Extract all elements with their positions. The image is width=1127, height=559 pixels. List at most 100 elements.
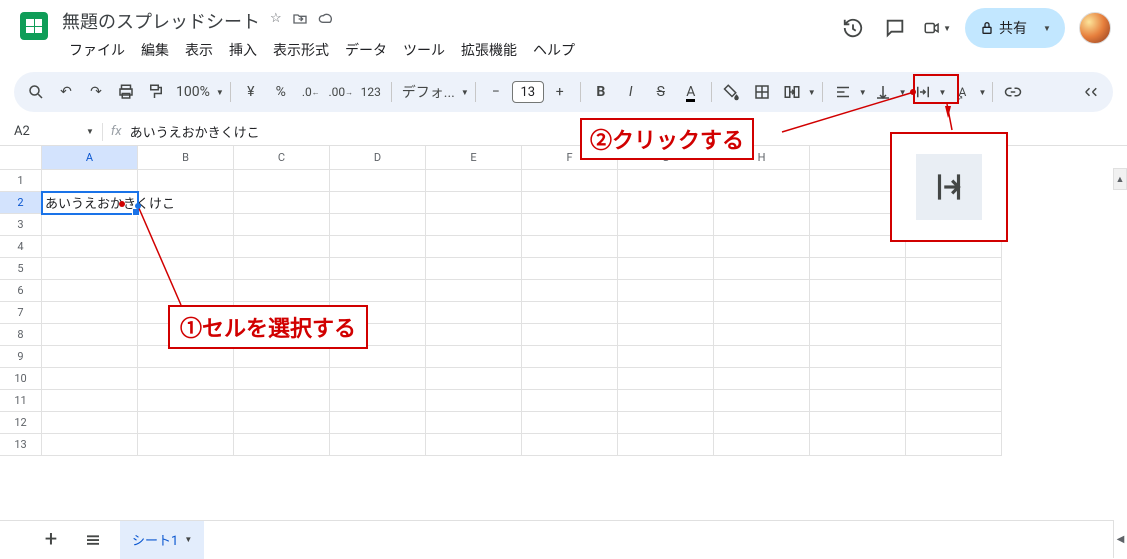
cell[interactable] <box>618 390 714 412</box>
borders-button[interactable] <box>748 78 776 106</box>
cell[interactable] <box>42 236 138 258</box>
cell[interactable] <box>714 434 810 456</box>
cell[interactable] <box>234 412 330 434</box>
cell[interactable] <box>714 412 810 434</box>
cell[interactable] <box>714 302 810 324</box>
cell[interactable] <box>906 258 1002 280</box>
row-header-2[interactable]: 2 <box>0 192 42 214</box>
menu-view[interactable]: 表示 <box>178 36 220 64</box>
account-avatar[interactable] <box>1079 12 1111 44</box>
cell[interactable] <box>618 324 714 346</box>
cell[interactable] <box>714 170 810 192</box>
cell[interactable] <box>330 192 426 214</box>
comments-icon[interactable] <box>881 14 909 42</box>
cell[interactable] <box>42 280 138 302</box>
cell[interactable] <box>714 258 810 280</box>
menu-data[interactable]: データ <box>338 36 394 64</box>
menu-insert[interactable]: 挿入 <box>222 36 264 64</box>
cell[interactable] <box>330 258 426 280</box>
cell[interactable] <box>426 280 522 302</box>
cell[interactable] <box>714 368 810 390</box>
cell[interactable] <box>714 280 810 302</box>
cell[interactable] <box>426 302 522 324</box>
menu-edit[interactable]: 編集 <box>134 36 176 64</box>
vertical-align-button[interactable]: ▼ <box>869 78 907 106</box>
cell[interactable] <box>618 434 714 456</box>
cell[interactable] <box>42 412 138 434</box>
cell[interactable] <box>906 346 1002 368</box>
cell[interactable] <box>42 346 138 368</box>
cell[interactable] <box>714 214 810 236</box>
all-sheets-button[interactable] <box>78 525 108 555</box>
cell[interactable] <box>330 368 426 390</box>
cell[interactable] <box>330 346 426 368</box>
row-header-13[interactable]: 13 <box>0 434 42 456</box>
cell[interactable] <box>522 192 618 214</box>
cell[interactable]: あいうえおかきくけこ <box>42 192 138 214</box>
cell[interactable] <box>618 412 714 434</box>
print-icon[interactable] <box>112 78 140 106</box>
insert-link-button[interactable] <box>999 78 1027 106</box>
search-menus-icon[interactable] <box>22 78 50 106</box>
cell[interactable] <box>42 258 138 280</box>
strikethrough-button[interactable]: S <box>647 78 675 106</box>
col-header-E[interactable]: E <box>426 146 522 170</box>
zoom-dropdown[interactable]: 100%▼ <box>172 84 224 100</box>
toolbar-expand-icon[interactable] <box>1077 78 1105 106</box>
horizontal-align-button[interactable]: ▼ <box>829 78 867 106</box>
italic-button[interactable]: I <box>617 78 645 106</box>
row-header-7[interactable]: 7 <box>0 302 42 324</box>
cell[interactable] <box>906 280 1002 302</box>
cell[interactable] <box>618 236 714 258</box>
cell[interactable] <box>138 346 234 368</box>
row-header-8[interactable]: 8 <box>0 324 42 346</box>
col-header-A[interactable]: A <box>42 146 138 170</box>
cell[interactable] <box>42 434 138 456</box>
cell[interactable] <box>234 236 330 258</box>
cell[interactable] <box>234 346 330 368</box>
cell[interactable] <box>42 390 138 412</box>
cell[interactable] <box>714 236 810 258</box>
cell[interactable] <box>906 302 1002 324</box>
cell[interactable] <box>426 368 522 390</box>
cell[interactable] <box>618 214 714 236</box>
cell[interactable] <box>810 368 906 390</box>
decrease-decimal-button[interactable]: .0← <box>297 78 325 106</box>
cell[interactable] <box>138 434 234 456</box>
cell[interactable] <box>234 390 330 412</box>
cell[interactable] <box>330 434 426 456</box>
cell[interactable] <box>522 214 618 236</box>
cell[interactable] <box>426 324 522 346</box>
cell[interactable] <box>810 390 906 412</box>
share-dropdown-icon[interactable]: ▼ <box>1035 16 1059 40</box>
cell[interactable] <box>234 214 330 236</box>
sheet-tab-menu-icon[interactable]: ▼ <box>184 535 192 544</box>
cell[interactable] <box>138 368 234 390</box>
cell[interactable] <box>330 214 426 236</box>
cell[interactable] <box>426 346 522 368</box>
menu-help[interactable]: ヘルプ <box>526 36 582 64</box>
cell[interactable] <box>714 324 810 346</box>
cell[interactable] <box>42 302 138 324</box>
cell[interactable] <box>138 214 234 236</box>
font-size-input[interactable]: 13 <box>512 81 544 103</box>
explore-collapse-button[interactable]: ◀ <box>1113 520 1127 558</box>
scroll-up-button[interactable]: ▲ <box>1113 168 1127 190</box>
col-header-D[interactable]: D <box>330 146 426 170</box>
row-header-9[interactable]: 9 <box>0 346 42 368</box>
row-header-11[interactable]: 11 <box>0 390 42 412</box>
history-icon[interactable] <box>839 14 867 42</box>
increase-decimal-button[interactable]: .00→ <box>327 78 355 106</box>
cell[interactable] <box>618 302 714 324</box>
cell[interactable] <box>330 280 426 302</box>
row-header-1[interactable]: 1 <box>0 170 42 192</box>
fill-color-button[interactable] <box>718 78 746 106</box>
cell[interactable] <box>522 258 618 280</box>
cell[interactable] <box>714 390 810 412</box>
col-header-C[interactable]: C <box>234 146 330 170</box>
cell[interactable] <box>906 390 1002 412</box>
undo-icon[interactable]: ↶ <box>52 78 80 106</box>
cell[interactable] <box>810 434 906 456</box>
paint-format-icon[interactable] <box>142 78 170 106</box>
cell[interactable] <box>42 368 138 390</box>
